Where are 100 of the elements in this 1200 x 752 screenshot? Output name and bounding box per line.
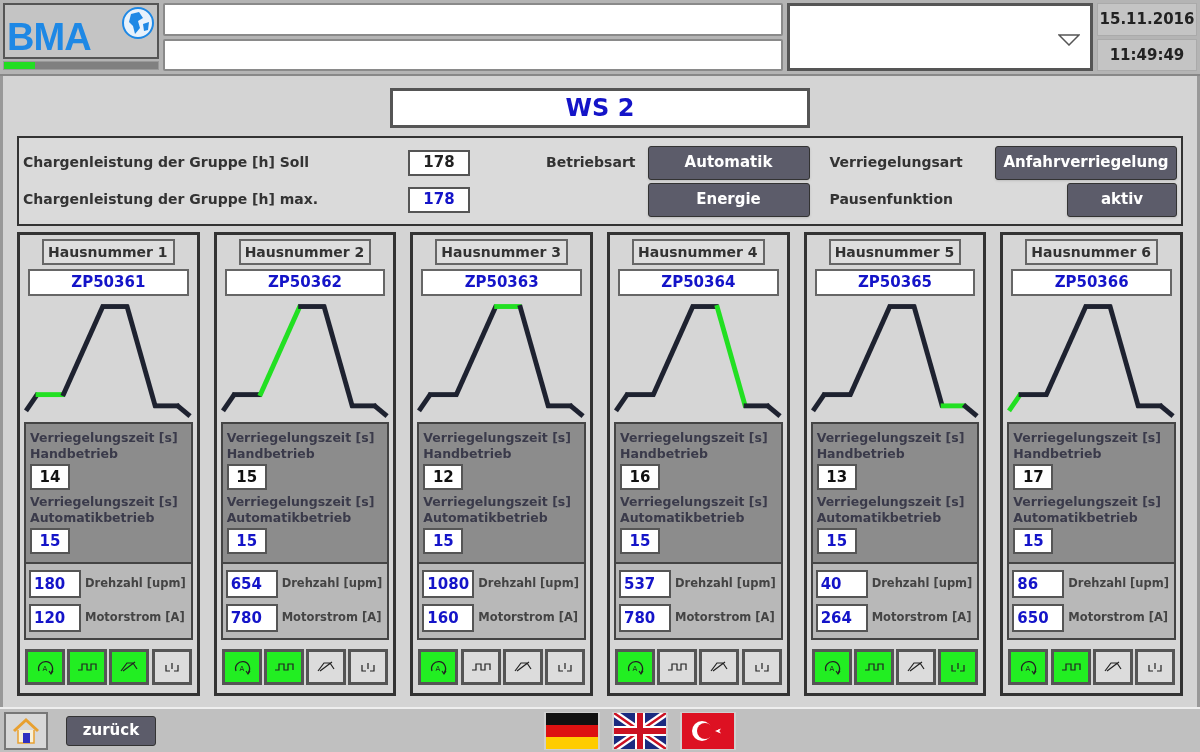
status-button[interactable] bbox=[699, 648, 740, 685]
field-label: Verriegelungszeit [s] Handbetrieb bbox=[226, 430, 376, 462]
station-title: WS 2 bbox=[390, 88, 810, 128]
ramp-icon bbox=[120, 661, 139, 672]
dropdown[interactable] bbox=[787, 3, 1093, 71]
british-flag-icon bbox=[614, 712, 666, 749]
field-label: Verriegelungszeit [s] Handbetrieb bbox=[1013, 430, 1162, 462]
status-button[interactable] bbox=[263, 648, 304, 685]
value-field: 180 bbox=[29, 570, 81, 598]
value-field: 15 bbox=[226, 528, 267, 554]
language-button[interactable] bbox=[544, 711, 600, 750]
logo: BMA bbox=[3, 3, 159, 59]
bracket-icon bbox=[558, 661, 572, 672]
field-label: Verriegelungszeit [s] Automatikbetrieb bbox=[226, 494, 376, 526]
value-field: 650 bbox=[1012, 604, 1065, 632]
ramp-icon bbox=[513, 661, 532, 672]
back-button[interactable]: zurück bbox=[66, 715, 156, 746]
square-wave-icon bbox=[273, 662, 294, 671]
value-field: 120 bbox=[29, 604, 81, 632]
bracket-icon bbox=[754, 661, 769, 672]
field-label: Verriegelungszeit [s] Automatikbetrieb bbox=[620, 494, 769, 526]
field-label: Drehzahl [upm] bbox=[281, 575, 383, 593]
field-label: Motorstrom [A] bbox=[675, 609, 775, 627]
mode-button[interactable]: Anfahrverriegelung bbox=[995, 145, 1177, 180]
status-button[interactable] bbox=[1050, 648, 1091, 685]
ramp-icon bbox=[710, 661, 729, 672]
status-button[interactable] bbox=[67, 648, 108, 685]
field-label: Drehzahl [upm] bbox=[675, 575, 776, 593]
value-field: 654 bbox=[225, 570, 278, 598]
square-wave-icon bbox=[77, 662, 98, 671]
field-label: Motorstrom [A] bbox=[281, 609, 382, 627]
status-button[interactable] bbox=[151, 648, 192, 685]
field-label: Verriegelungszeit [s] Automatikbetrieb bbox=[423, 494, 572, 526]
value-field: 15 bbox=[1013, 528, 1054, 554]
status-button[interactable] bbox=[741, 648, 782, 685]
ramp-icon bbox=[317, 661, 336, 672]
house-number-label: Hausnummer 2 bbox=[238, 239, 372, 265]
field-label: Verriegelungszeit [s] Handbetrieb bbox=[816, 430, 966, 462]
square-wave-icon bbox=[1060, 662, 1081, 671]
mode-button[interactable]: aktiv bbox=[1067, 182, 1177, 217]
unit-id-field: ZP50366 bbox=[1011, 269, 1172, 296]
value-field: 15 bbox=[423, 528, 464, 554]
field-label: Pausenfunktion bbox=[828, 190, 954, 209]
value-field: 15 bbox=[816, 528, 857, 554]
status-button[interactable] bbox=[657, 648, 698, 685]
home-button[interactable] bbox=[4, 711, 48, 750]
value-field: 86 bbox=[1012, 570, 1065, 598]
house-number-label: Hausnummer 1 bbox=[42, 239, 175, 265]
mode-button[interactable]: Automatik bbox=[647, 145, 810, 180]
value-field: 15 bbox=[620, 528, 660, 554]
status-button[interactable] bbox=[938, 648, 979, 685]
status-button[interactable] bbox=[853, 648, 894, 685]
unit-id-field: ZP50361 bbox=[28, 269, 189, 296]
status-button[interactable] bbox=[1092, 648, 1133, 685]
value-field: 780 bbox=[619, 604, 671, 632]
value-field: 178 bbox=[408, 149, 470, 176]
value-field: 264 bbox=[815, 604, 868, 632]
time-display: 11:49:49 bbox=[1097, 38, 1197, 71]
value-field: 15 bbox=[30, 528, 70, 554]
value-field: 178 bbox=[408, 186, 470, 213]
field-label: Drehzahl [upm] bbox=[1068, 575, 1170, 593]
field-label: Verriegelungsart bbox=[828, 153, 964, 172]
value-field: 1080 bbox=[422, 570, 475, 598]
bracket-icon bbox=[1148, 661, 1162, 672]
field-label: Verriegelungszeit [s] Handbetrieb bbox=[423, 430, 572, 462]
status-button[interactable] bbox=[1135, 648, 1175, 685]
bracket-icon bbox=[164, 661, 179, 672]
square-wave-icon bbox=[863, 662, 884, 671]
field-label: Chargenleistung der Gruppe [h] max. bbox=[23, 190, 320, 209]
field-label: Verriegelungszeit [s] Automatikbetrieb bbox=[30, 494, 179, 526]
value-field: 537 bbox=[619, 570, 671, 598]
status-button[interactable] bbox=[502, 648, 543, 685]
status-button[interactable] bbox=[545, 648, 585, 685]
house-number-label: Hausnummer 4 bbox=[632, 239, 765, 265]
field-label: Motorstrom [A] bbox=[1068, 609, 1169, 627]
field-label: Verriegelungszeit [s] Handbetrieb bbox=[30, 430, 179, 462]
value-field: 780 bbox=[225, 604, 278, 632]
unit-id-field: ZP50364 bbox=[618, 269, 779, 296]
date-display: 15.11.2016 bbox=[1097, 3, 1197, 36]
field-label: Motorstrom [A] bbox=[85, 609, 185, 627]
status-button[interactable] bbox=[348, 648, 389, 685]
bracket-icon bbox=[361, 661, 376, 672]
status-button[interactable] bbox=[306, 648, 347, 685]
status-button[interactable] bbox=[109, 648, 150, 685]
status-button[interactable] bbox=[896, 648, 937, 685]
unit-id-field: ZP50363 bbox=[421, 269, 582, 296]
value-field: 17 bbox=[1013, 464, 1054, 490]
value-field: 15 bbox=[226, 464, 267, 490]
house-number-label: Hausnummer 6 bbox=[1025, 239, 1158, 265]
value-field: 13 bbox=[816, 464, 857, 490]
ramp-icon bbox=[1103, 661, 1122, 672]
unit-id-field: ZP50365 bbox=[814, 269, 976, 296]
language-button[interactable] bbox=[612, 711, 668, 750]
mode-button[interactable]: Energie bbox=[647, 182, 810, 217]
status-button[interactable] bbox=[460, 648, 501, 685]
field-label: Motorstrom [A] bbox=[478, 609, 579, 627]
turkish-flag-icon bbox=[682, 712, 734, 749]
value-field: 14 bbox=[30, 464, 70, 490]
value-field: 40 bbox=[815, 570, 868, 598]
home-icon bbox=[11, 716, 41, 745]
